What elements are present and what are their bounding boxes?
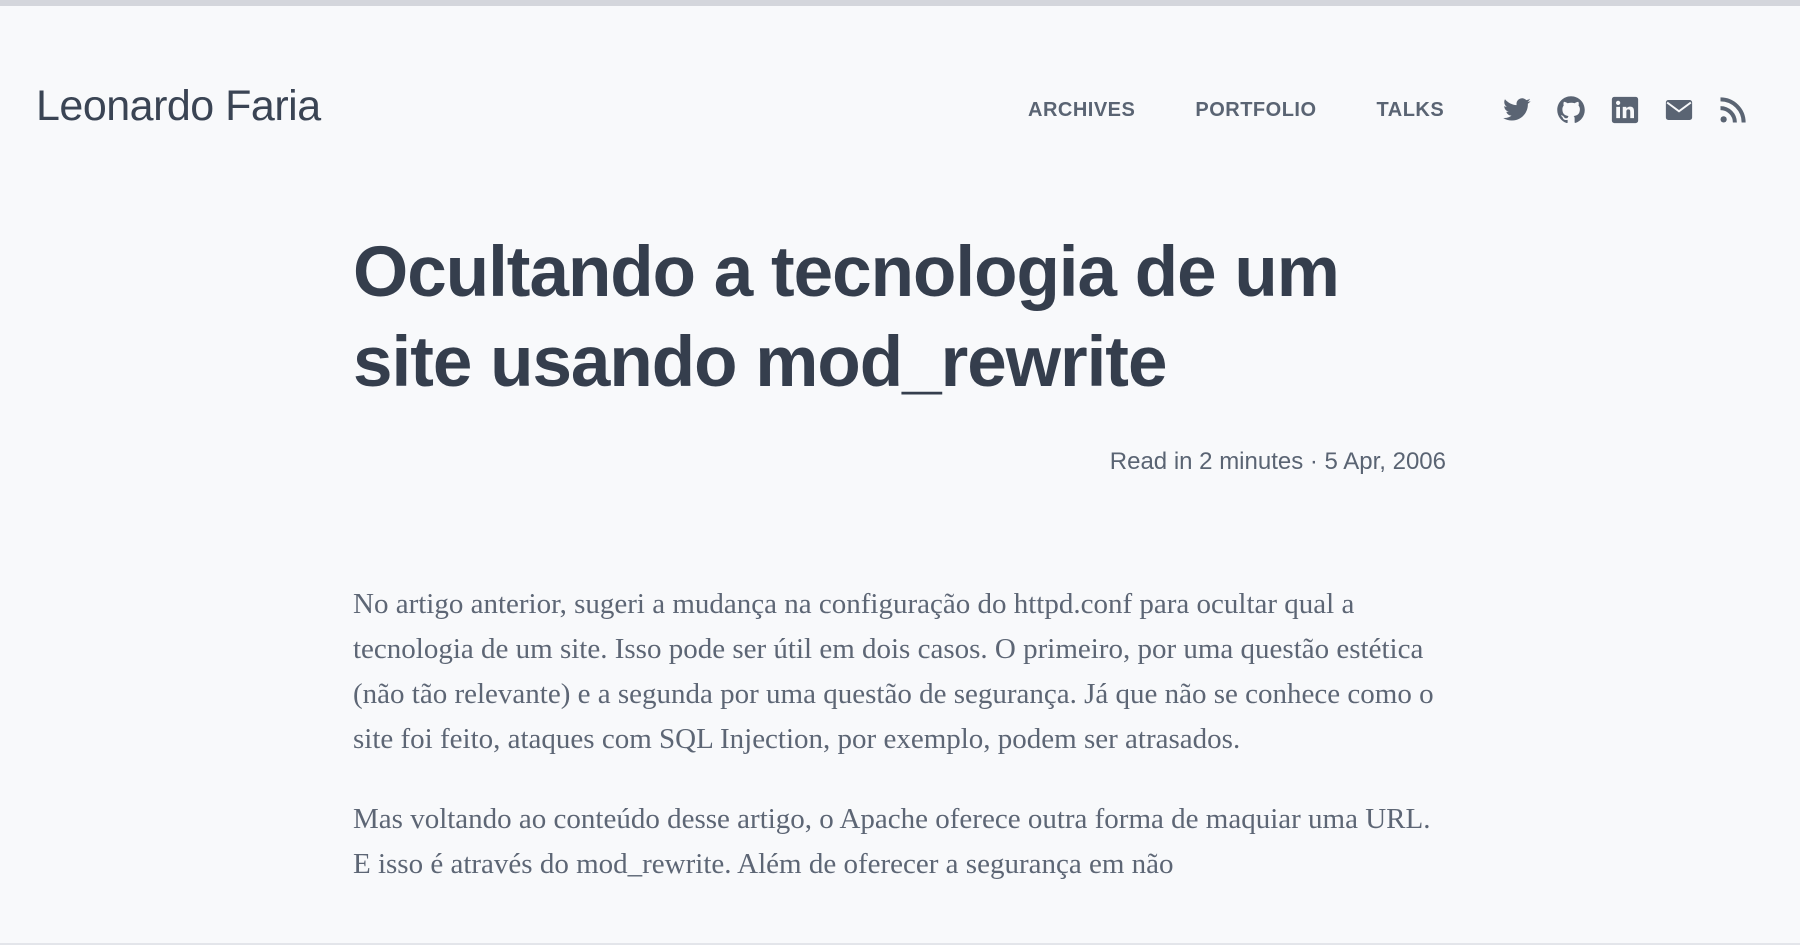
post-meta: Read in 2 minutes · 5 Apr, 2006 xyxy=(1109,448,1446,475)
top-border xyxy=(0,0,1800,6)
post-paragraph: No artigo anterior, sugeri a mudança na … xyxy=(353,588,1434,755)
post-body: No artigo anterior, sugeri a mudança na … xyxy=(353,582,1453,922)
post-paragraph: Mas voltando ao conteúdo desse artigo, o… xyxy=(353,803,1431,880)
email-icon[interactable] xyxy=(1664,95,1694,125)
main-nav: ARCHIVES PORTFOLIO TALKS xyxy=(1028,95,1748,125)
site-title-link[interactable]: Leonardo Faria xyxy=(36,82,321,131)
rss-icon[interactable] xyxy=(1718,95,1748,125)
nav-portfolio[interactable]: PORTFOLIO xyxy=(1195,99,1316,122)
twitter-icon[interactable] xyxy=(1502,95,1532,125)
nav-archives[interactable]: ARCHIVES xyxy=(1028,99,1135,122)
social-links xyxy=(1502,95,1748,125)
linkedin-icon[interactable] xyxy=(1610,95,1640,125)
post-title: Ocultando a tecnologia de um site usando… xyxy=(353,233,1340,402)
nav-talks[interactable]: TALKS xyxy=(1377,99,1445,122)
github-icon[interactable] xyxy=(1556,95,1586,125)
